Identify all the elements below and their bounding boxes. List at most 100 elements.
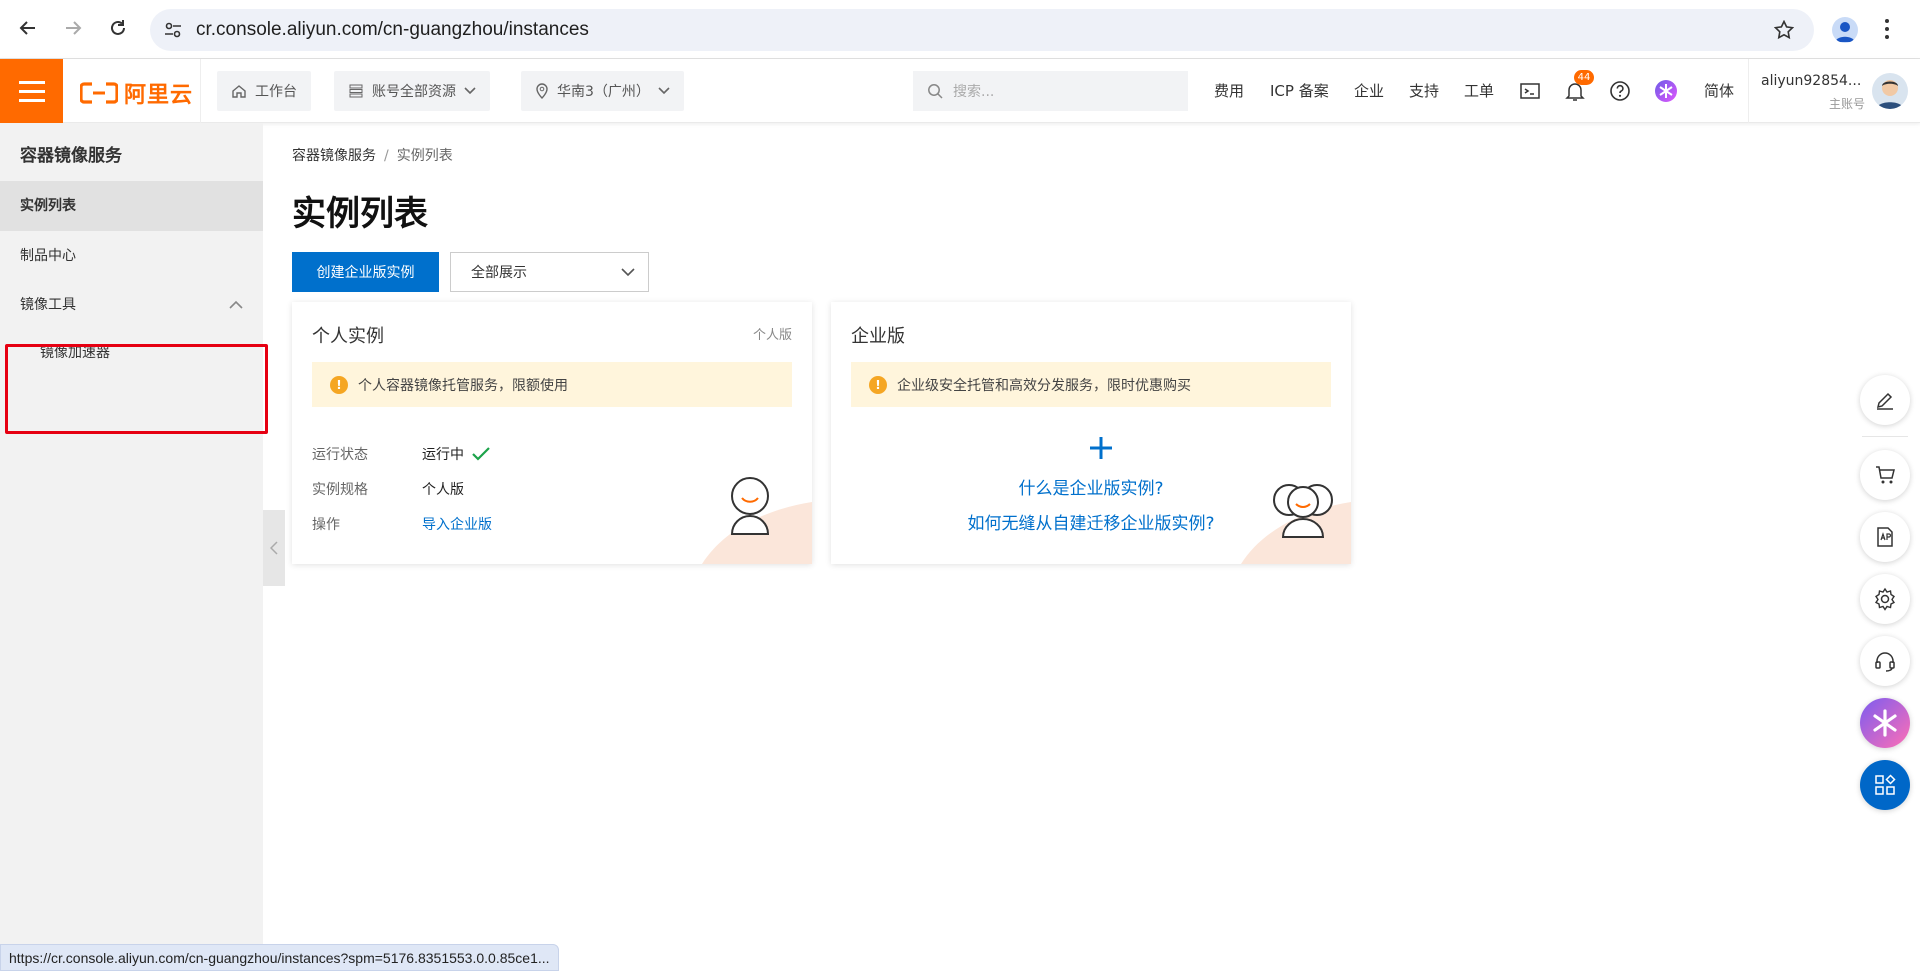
notification-count-badge: 44 bbox=[1574, 70, 1594, 85]
gear-icon bbox=[1874, 587, 1896, 611]
action-row: 操作 导入企业版 bbox=[312, 514, 492, 534]
create-enterprise-instance-button[interactable]: 创建企业版实例 bbox=[292, 252, 439, 292]
address-bar[interactable]: cr.console.aliyun.com/cn-guangzhou/insta… bbox=[150, 9, 1814, 51]
notice-text: 个人容器镜像托管服务，限额使用 bbox=[358, 377, 568, 394]
resources-dropdown[interactable]: 账号全部资源 bbox=[334, 71, 490, 111]
reload-icon[interactable] bbox=[104, 14, 132, 42]
cart-button[interactable] bbox=[1860, 450, 1910, 500]
link-status-bar: https://cr.console.aliyun.com/cn-guangzh… bbox=[0, 944, 559, 971]
divider bbox=[200, 59, 201, 123]
browser-toolbar: cr.console.aliyun.com/cn-guangzhou/insta… bbox=[0, 0, 1920, 59]
notice-text: 企业级安全托管和高效分发服务，限时优惠购买 bbox=[897, 377, 1191, 394]
icp-link[interactable]: ICP 备案 bbox=[1270, 59, 1329, 123]
breadcrumb-separator: / bbox=[384, 148, 389, 164]
sidebar-item-instances[interactable]: 实例列表 bbox=[0, 181, 263, 231]
group-users-icon bbox=[1273, 484, 1333, 538]
chevron-down-icon bbox=[658, 87, 670, 95]
help-icon[interactable] bbox=[1609, 80, 1631, 102]
back-icon[interactable] bbox=[14, 14, 42, 42]
workbench-button[interactable]: 工作台 bbox=[217, 71, 311, 111]
customer-service-button[interactable] bbox=[1860, 636, 1910, 686]
logo-text: 阿里云 bbox=[124, 83, 194, 108]
spec-row: 实例规格 个人版 bbox=[312, 479, 464, 499]
link-text[interactable]: 什么是企业版实例? bbox=[1018, 479, 1163, 499]
sidebar-collapse-handle[interactable] bbox=[263, 510, 285, 586]
sidebar-title: 容器镜像服务 bbox=[20, 146, 122, 166]
sidebar: 容器镜像服务 实例列表 制品中心 镜像工具 镜像加速器 bbox=[0, 123, 263, 971]
enterprise-card[interactable]: 企业版 ! 企业级安全托管和高效分发服务，限时优惠购买 什么是企业版实例? 如何… bbox=[831, 302, 1351, 564]
api-document-icon bbox=[1877, 527, 1893, 547]
breadcrumb: 容器镜像服务 / 实例列表 bbox=[292, 145, 453, 165]
spec-value: 个人版 bbox=[422, 482, 464, 498]
link-text[interactable]: 如何无缝从自建迁移企业版实例? bbox=[967, 514, 1214, 534]
console-topbar: 阿里云 工作台 账号全部资源 华南3（广州） 搜索... 费用 ICP 备案 企… bbox=[0, 59, 1920, 123]
row-key: 运行状态 bbox=[312, 447, 368, 463]
import-enterprise-link[interactable]: 导入企业版 bbox=[422, 514, 492, 534]
highlight-box bbox=[5, 344, 268, 434]
edit-feedback-button[interactable] bbox=[1860, 375, 1910, 425]
chevron-down-icon bbox=[464, 87, 476, 95]
sidebar-item-artifact-center[interactable]: 制品中心 bbox=[0, 231, 263, 281]
ai-assistant-icon[interactable] bbox=[1655, 80, 1677, 102]
breadcrumb-current: 实例列表 bbox=[396, 148, 453, 164]
forward-icon[interactable] bbox=[59, 14, 87, 42]
api-button[interactable] bbox=[1860, 512, 1910, 562]
menu-icon[interactable] bbox=[0, 59, 63, 123]
row-key: 操作 bbox=[312, 517, 340, 533]
notice-banner: ! 企业级安全托管和高效分发服务，限时优惠购买 bbox=[851, 362, 1331, 407]
chevron-left-icon bbox=[270, 541, 278, 555]
resources-label: 账号全部资源 bbox=[372, 84, 456, 100]
site-settings-icon[interactable] bbox=[164, 22, 182, 38]
page-title: 实例列表 bbox=[292, 194, 428, 234]
account-menu[interactable]: aliyun92854... 主账号 bbox=[1748, 59, 1865, 123]
region-label: 华南3（广州） bbox=[557, 84, 650, 100]
enterprise-link[interactable]: 企业 bbox=[1354, 59, 1384, 123]
cart-icon bbox=[1876, 466, 1895, 484]
support-link[interactable]: 支持 bbox=[1409, 59, 1439, 123]
ai-assistant-button[interactable] bbox=[1860, 698, 1910, 748]
pencil-icon bbox=[1876, 392, 1893, 410]
ticket-link[interactable]: 工单 bbox=[1464, 59, 1494, 123]
account-name: aliyun92854... bbox=[1761, 73, 1862, 89]
status-row: 运行状态 运行中 bbox=[312, 444, 490, 464]
breadcrumb-root[interactable]: 容器镜像服务 bbox=[292, 148, 376, 164]
sidebar-item-image-tools[interactable]: 镜像工具 bbox=[0, 280, 263, 330]
row-key: 实例规格 bbox=[312, 482, 368, 498]
warning-icon: ! bbox=[330, 375, 348, 394]
fee-link[interactable]: 费用 bbox=[1214, 59, 1244, 123]
headset-icon bbox=[1875, 652, 1895, 672]
location-pin-icon bbox=[536, 83, 548, 99]
workbench-label: 工作台 bbox=[255, 84, 297, 100]
apps-grid-icon bbox=[1875, 774, 1896, 795]
instance-filter-select[interactable]: 全部展示 bbox=[450, 252, 649, 292]
home-icon bbox=[232, 85, 246, 98]
language-link[interactable]: 简体 bbox=[1704, 59, 1734, 123]
sidebar-item-label: 镜像工具 bbox=[20, 297, 76, 313]
divider bbox=[1862, 436, 1908, 437]
bookmark-star-icon[interactable] bbox=[1774, 20, 1794, 40]
profile-icon[interactable] bbox=[1832, 17, 1858, 43]
search-icon bbox=[928, 84, 943, 99]
avatar[interactable] bbox=[1872, 73, 1908, 109]
check-icon bbox=[472, 447, 490, 461]
sparkle-icon bbox=[1873, 709, 1897, 737]
region-dropdown[interactable]: 华南3（广州） bbox=[521, 71, 684, 111]
chevron-up-icon bbox=[229, 300, 243, 309]
personal-instance-card[interactable]: 个人实例 个人版 ! 个人容器镜像托管服务，限额使用 运行状态 运行中 实例规格… bbox=[292, 302, 812, 564]
browser-menu-icon[interactable] bbox=[1884, 18, 1890, 40]
edition-tag: 个人版 bbox=[752, 328, 792, 343]
terminal-icon[interactable] bbox=[1519, 80, 1541, 102]
card-title: 个人实例 bbox=[312, 326, 384, 347]
apps-button[interactable] bbox=[1860, 760, 1910, 810]
global-search-input[interactable]: 搜索... bbox=[913, 71, 1188, 111]
url-text[interactable]: cr.console.aliyun.com/cn-guangzhou/insta… bbox=[196, 9, 589, 51]
aliyun-logo-mark-icon bbox=[80, 82, 118, 104]
database-icon bbox=[349, 84, 363, 98]
card-title: 企业版 bbox=[851, 326, 905, 347]
plus-icon[interactable] bbox=[1089, 436, 1113, 460]
aliyun-logo[interactable]: 阿里云 bbox=[80, 77, 193, 109]
settings-button[interactable] bbox=[1860, 574, 1910, 624]
filter-value: 全部展示 bbox=[471, 265, 527, 281]
chevron-down-icon bbox=[620, 265, 636, 279]
warning-icon: ! bbox=[869, 375, 887, 394]
